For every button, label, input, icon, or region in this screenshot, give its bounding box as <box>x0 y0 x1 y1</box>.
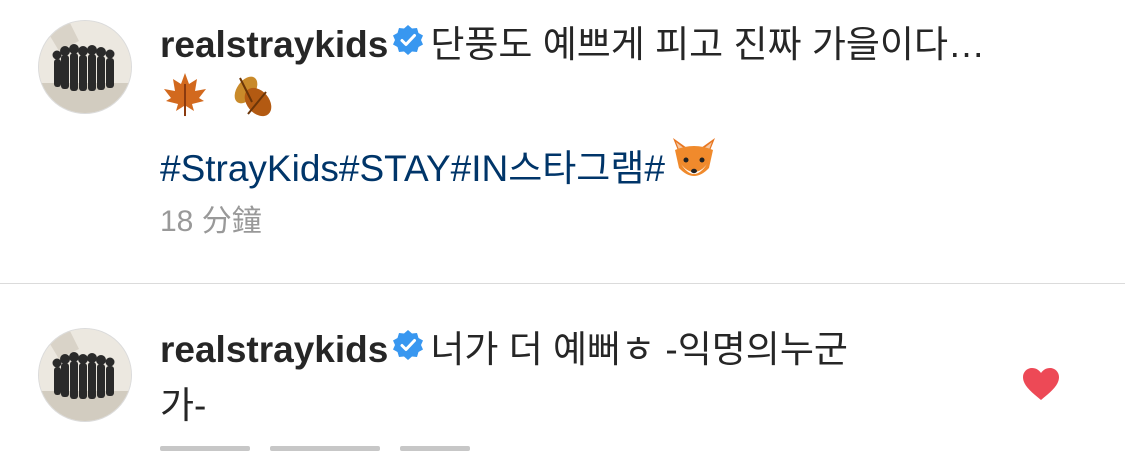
next-comment-partial <box>0 440 1125 451</box>
avatar[interactable] <box>38 20 132 114</box>
username-link[interactable]: realstraykids <box>160 24 388 65</box>
comment-text: 너가 더 예뻐ㅎ -익명의누군 <box>430 329 848 370</box>
comment-caption: realstraykids 너가 더 예뻐ㅎ -익명의누군 가- <box>160 323 1055 432</box>
verified-badge-icon <box>392 17 424 70</box>
hashtags-link[interactable]: #StrayKids#STAY#IN스타그램# <box>160 148 665 189</box>
maple-leaf-icon <box>160 70 210 134</box>
comment-caption: realstraykids 단풍도 예쁘게 피고 진짜 가을이다… #StrayK… <box>160 18 1055 204</box>
divider <box>0 283 1125 284</box>
comment-text: 단풍도 예쁘게 피고 진짜 가을이다… <box>430 24 986 65</box>
username-link[interactable]: realstraykids <box>160 329 388 370</box>
fallen-leaf-icon <box>226 70 278 134</box>
avatar[interactable] <box>38 328 132 422</box>
comment-timestamp: 18 分鐘 <box>160 205 262 238</box>
comment-text-continued: 가- <box>160 384 207 426</box>
heart-icon[interactable] <box>1022 367 1060 406</box>
fox-face-icon <box>667 134 721 200</box>
verified-badge-icon <box>392 322 424 375</box>
